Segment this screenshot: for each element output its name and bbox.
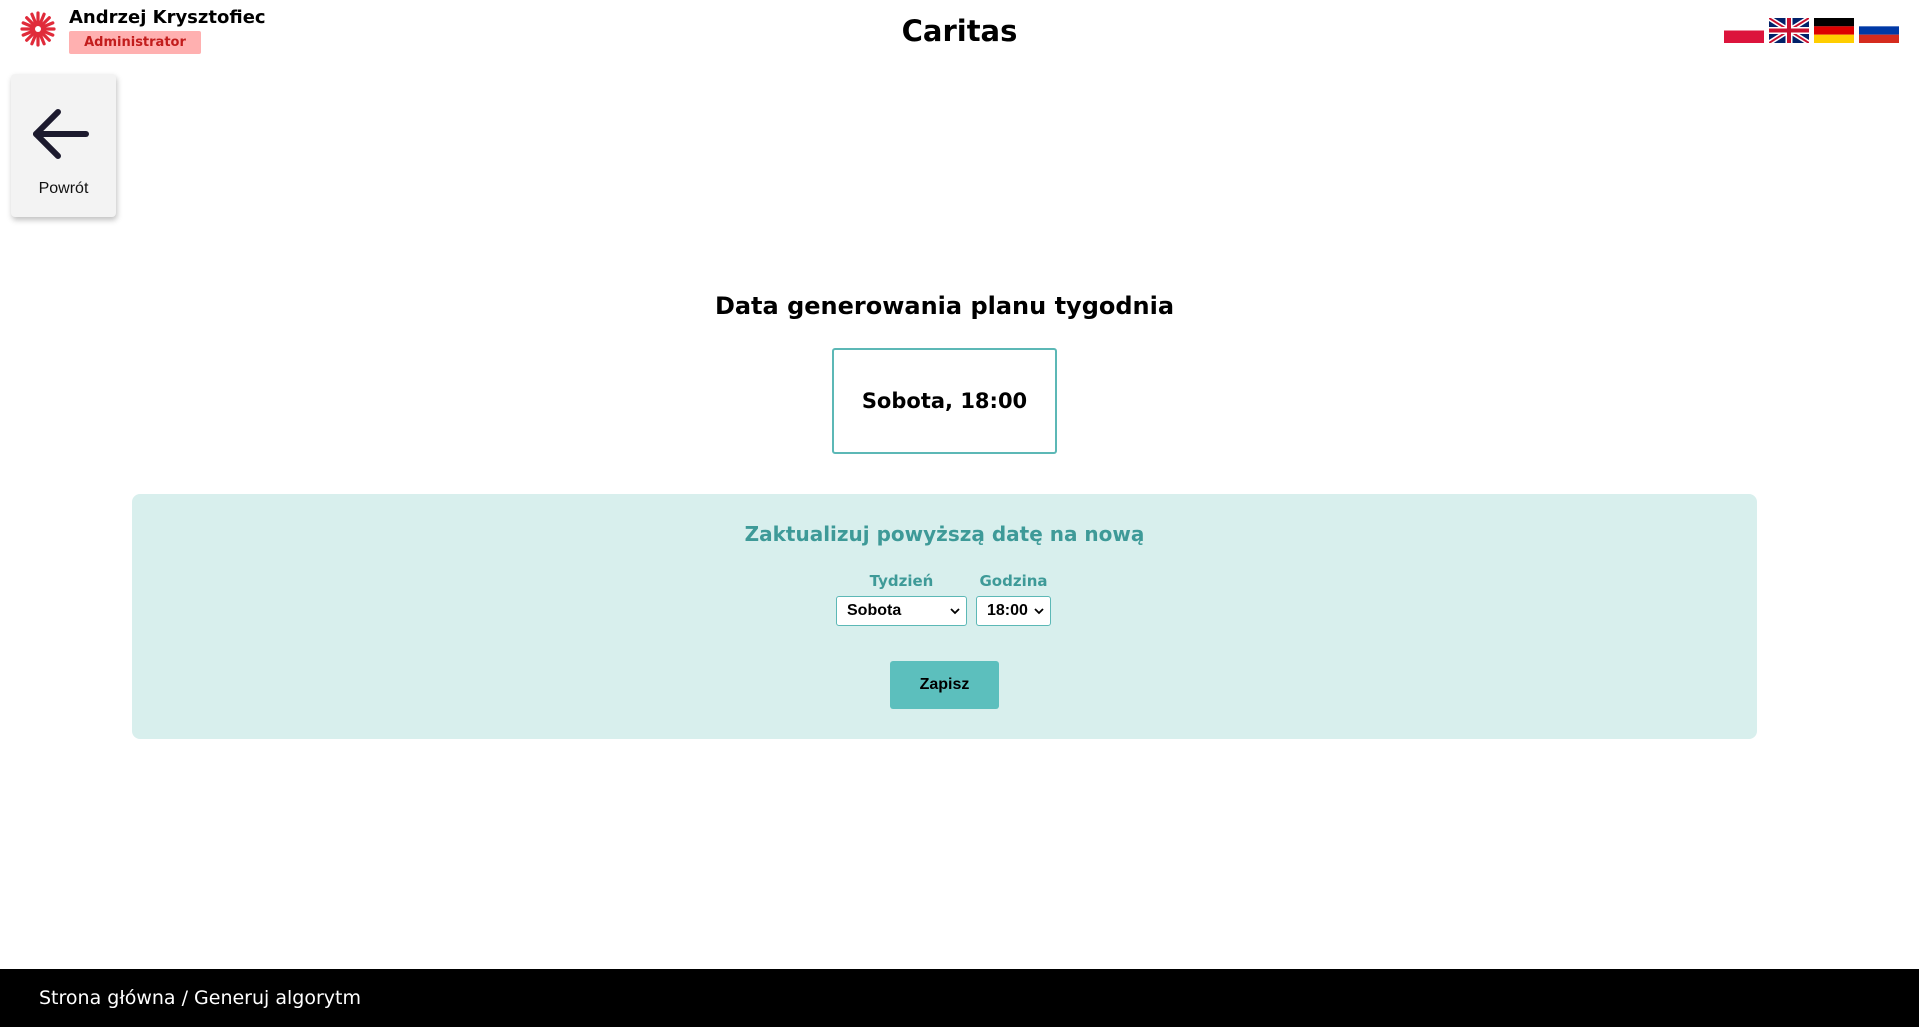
- pl-flag-icon[interactable]: [1724, 18, 1764, 43]
- de-flag-icon[interactable]: [1814, 18, 1854, 43]
- week-select[interactable]: Sobota: [836, 596, 967, 626]
- back-button[interactable]: Powrót: [11, 74, 116, 217]
- current-date-box: Sobota, 18:00: [832, 348, 1057, 454]
- update-panel-title: Zaktualizuj powyższą datę na nową: [744, 522, 1145, 546]
- current-date-value: Sobota, 18:00: [861, 389, 1028, 413]
- page: Andrzej Krysztofiec Administrator Carita…: [0, 0, 1919, 1027]
- week-field: Tydzień Sobota: [836, 572, 967, 626]
- chevron-down-icon: [1034, 608, 1044, 615]
- back-button-label: Powrót: [38, 180, 89, 197]
- week-select-value: Sobota: [847, 602, 902, 619]
- app-title: Caritas: [901, 14, 1018, 48]
- update-panel: Zaktualizuj powyższą datę na nową Tydzie…: [132, 494, 1757, 739]
- arrow-left-icon: [32, 109, 89, 159]
- save-button[interactable]: Zapisz: [890, 661, 999, 709]
- section-title: Data generowania planu tygodnia: [714, 292, 1175, 320]
- hour-field: Godzina 18:00: [976, 572, 1051, 626]
- hour-label: Godzina: [979, 572, 1048, 590]
- language-switcher: [1724, 18, 1899, 43]
- breadcrumb: Strona główna / Generuj algorytm: [39, 987, 361, 1009]
- chevron-down-icon: [950, 608, 960, 615]
- hour-select[interactable]: 18:00: [976, 596, 1051, 626]
- en-flag-icon[interactable]: [1769, 18, 1809, 43]
- ru-flag-icon[interactable]: [1859, 18, 1899, 43]
- hour-select-value: 18:00: [987, 602, 1028, 619]
- footer: Strona główna / Generuj algorytm: [0, 969, 1919, 1027]
- week-label: Tydzień: [869, 572, 934, 590]
